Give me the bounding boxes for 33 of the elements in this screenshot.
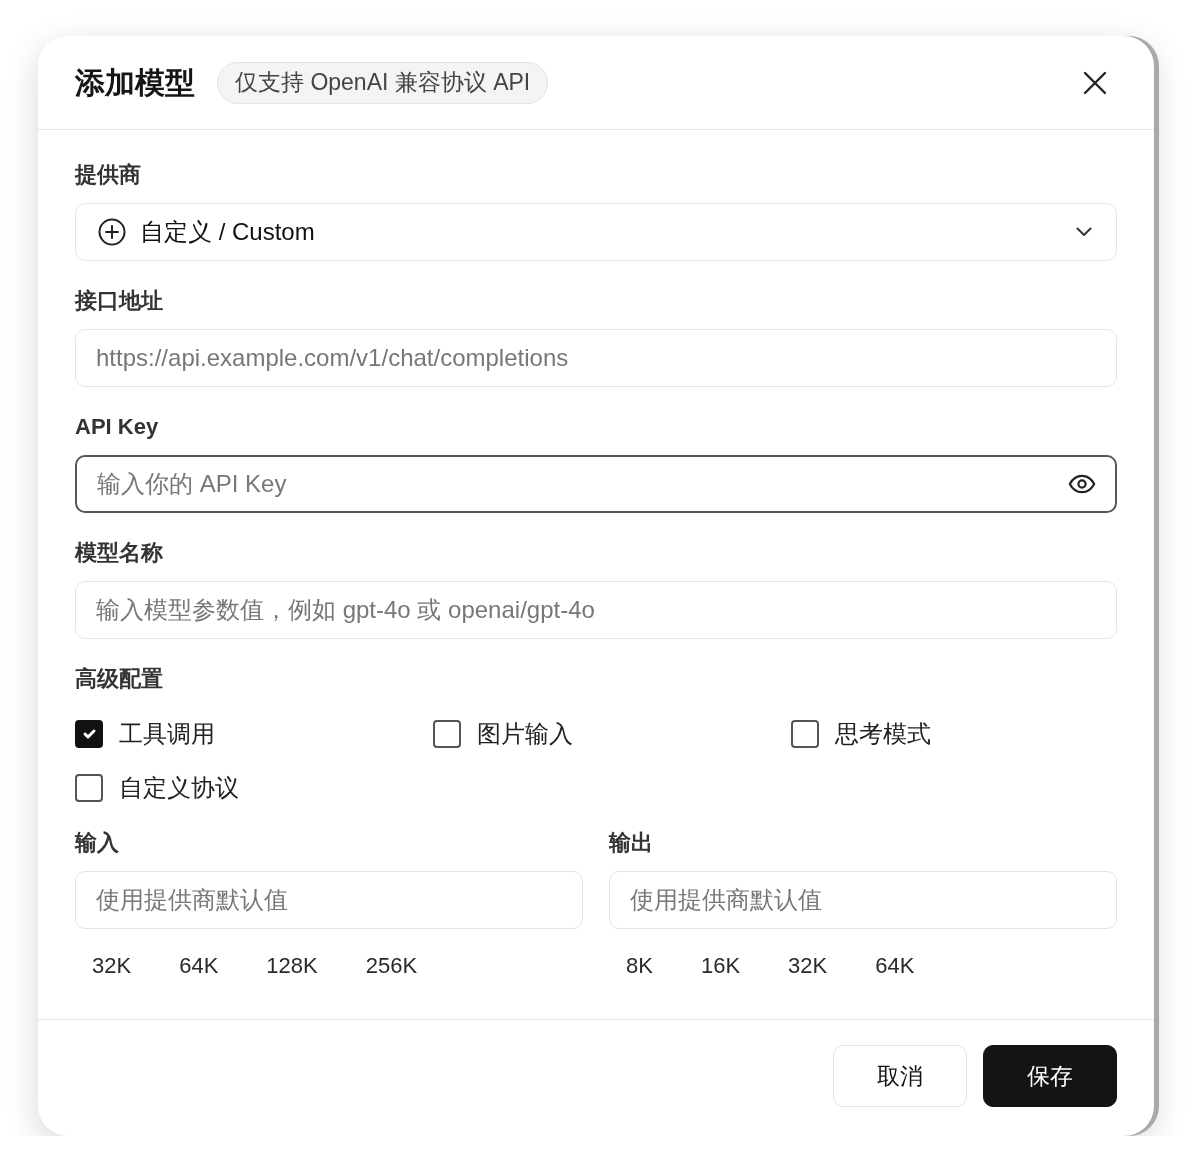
checkbox-label[interactable]: 思考模式 bbox=[835, 719, 931, 749]
preset-option[interactable]: 64K bbox=[162, 948, 236, 984]
field-label: 接口地址 bbox=[75, 287, 163, 315]
checkbox-label[interactable]: 工具调用 bbox=[119, 719, 215, 749]
provider-select[interactable]: 自定义 / Custom bbox=[75, 203, 1117, 261]
checkbox[interactable] bbox=[75, 774, 103, 802]
dialog-title: 添加模型 bbox=[75, 64, 195, 101]
field-label: API Key bbox=[75, 413, 159, 441]
field-label: 提供商 bbox=[75, 161, 141, 189]
eye-icon[interactable] bbox=[1068, 474, 1096, 494]
protocol-tag: 仅支持 OpenAI 兼容协议 API bbox=[217, 61, 549, 104]
input-field[interactable]: 输入你的 API Key bbox=[75, 455, 1117, 513]
field-label: 输入 bbox=[75, 829, 119, 857]
preset-option[interactable]: 128K bbox=[249, 948, 335, 984]
checkbox-label[interactable]: 自定义协议 bbox=[119, 773, 239, 803]
close-icon[interactable] bbox=[1083, 70, 1107, 95]
save-button[interactable]: 保存 bbox=[983, 1045, 1117, 1107]
field-label: 输出 bbox=[609, 829, 653, 857]
checkbox[interactable] bbox=[75, 720, 103, 748]
preset-option[interactable]: 64K bbox=[858, 948, 932, 984]
plus-circle-icon bbox=[98, 218, 126, 246]
preset-option[interactable]: 16K bbox=[683, 948, 758, 984]
cancel-button[interactable]: 取消 bbox=[833, 1045, 967, 1107]
preset-option[interactable]: 32K bbox=[771, 948, 845, 984]
section-label: 高级配置 bbox=[75, 665, 163, 693]
preset-option[interactable]: 256K bbox=[348, 948, 435, 984]
checkbox[interactable] bbox=[433, 720, 461, 748]
preset-option[interactable]: 32K bbox=[75, 948, 149, 984]
preset-option[interactable]: 8K bbox=[609, 948, 670, 984]
chevron-down-icon bbox=[1076, 227, 1092, 237]
field-label: 模型名称 bbox=[75, 539, 163, 567]
checkbox[interactable] bbox=[791, 720, 819, 748]
checkbox-label[interactable]: 图片输入 bbox=[477, 719, 573, 749]
